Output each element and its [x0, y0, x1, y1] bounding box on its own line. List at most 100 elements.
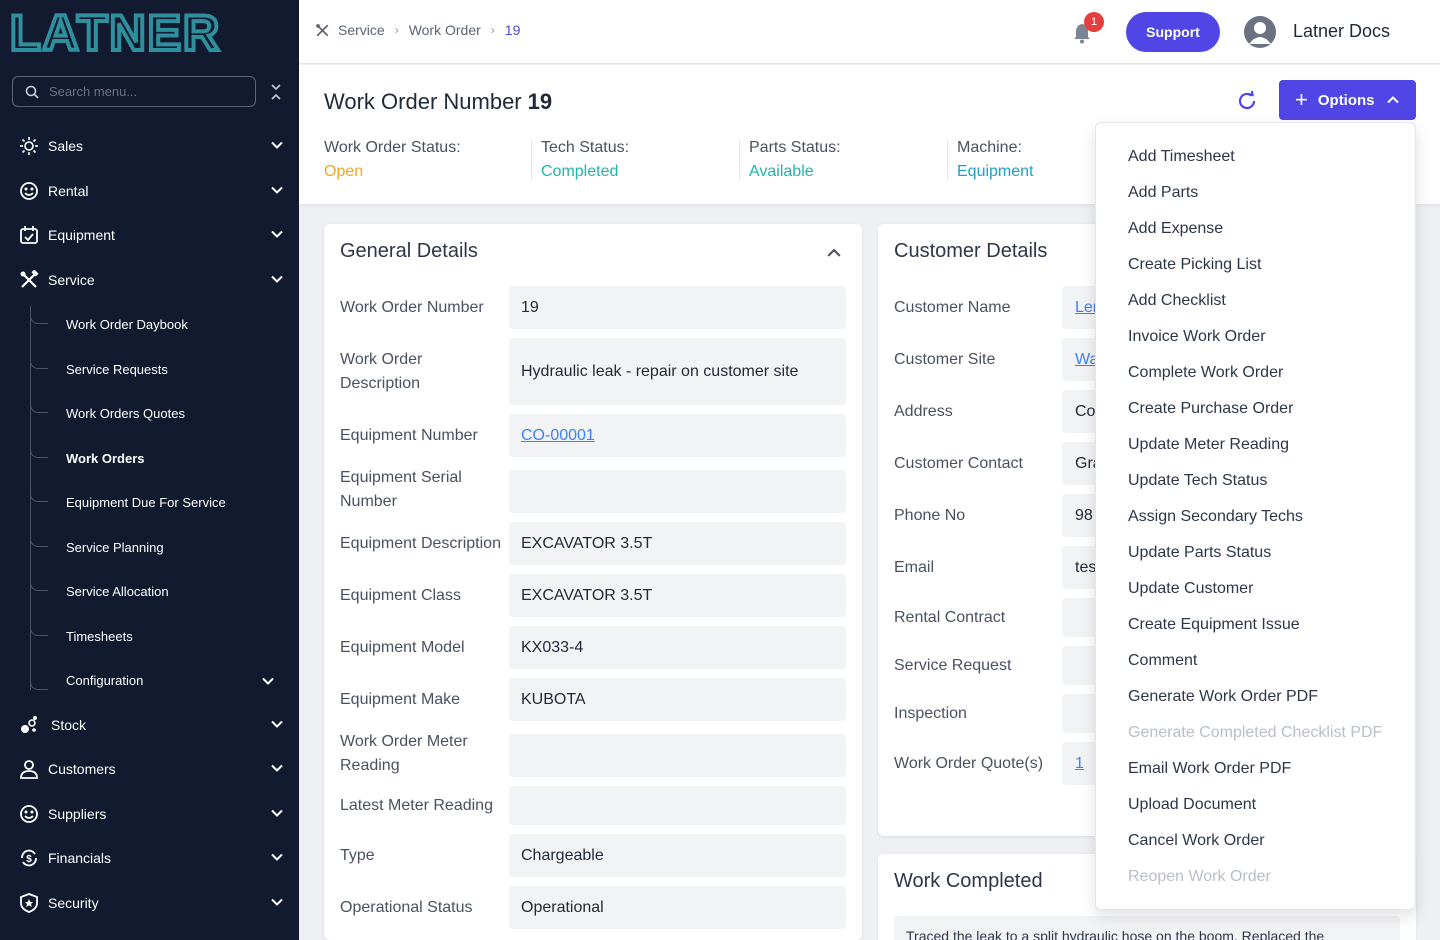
sidebar-item-label: Service	[48, 272, 95, 288]
status-value[interactable]: Equipment	[957, 163, 1034, 181]
status-value: Completed	[541, 163, 619, 180]
breadcrumb: Service › Work Order › 19	[315, 22, 520, 38]
suppliers-icon	[18, 803, 40, 825]
menu-item-create-purchase-order[interactable]: Create Purchase Order	[1128, 397, 1293, 421]
card-title: General Details	[340, 240, 478, 262]
search-icon	[25, 85, 39, 99]
breadcrumb-service[interactable]: Service	[338, 22, 385, 38]
menu-item-update-meter-reading[interactable]: Update Meter Reading	[1128, 433, 1289, 457]
field-value: EXCAVATOR 3.5T	[509, 574, 846, 617]
menu-item-add-timesheet[interactable]: Add Timesheet	[1128, 145, 1235, 169]
top-header: Service › Work Order › 19 1 Support Latn…	[299, 0, 1440, 64]
divider	[531, 140, 532, 180]
user-icon	[1249, 22, 1271, 44]
sidebar-subitem-equipment-due-for-service[interactable]: Equipment Due For Service	[66, 492, 226, 512]
sidebar-subitem-configuration[interactable]: Configuration	[66, 670, 143, 690]
tree-branch	[30, 622, 48, 636]
refresh-icon[interactable]	[1236, 90, 1258, 112]
work-order-status: Work Order Status: Open	[324, 139, 461, 181]
menu-item-update-tech-status[interactable]: Update Tech Status	[1128, 469, 1267, 493]
shield-icon	[18, 892, 40, 914]
menu-item-add-checklist[interactable]: Add Checklist	[1128, 289, 1226, 313]
plus-icon: +	[1295, 87, 1308, 112]
card-title: Customer Details	[894, 240, 1048, 262]
card-title: Work Completed	[894, 870, 1043, 892]
financials-icon: $	[18, 847, 40, 869]
menu-item-comment[interactable]: Comment	[1128, 649, 1197, 673]
sidebar-item-label: Customers	[48, 761, 116, 777]
menu-item-generate-completed-checklist-pdf: Generate Completed Checklist PDF	[1128, 724, 1383, 741]
field-value: Hydraulic leak - repair on customer site	[509, 338, 846, 405]
sidebar-subitem-service-planning[interactable]: Service Planning	[66, 537, 164, 557]
breadcrumb-work-order[interactable]: Work Order	[409, 22, 481, 38]
sidebar-subitem-service-requests[interactable]: Service Requests	[66, 359, 168, 379]
options-label: Options	[1317, 91, 1375, 109]
sidebar-item-customers[interactable]: Customers	[0, 749, 299, 789]
sidebar-item-stock[interactable]: Stock	[0, 705, 299, 745]
general-details-card: General Details Work Order Number 19 Wor…	[324, 224, 862, 940]
work-order-number: 19	[527, 89, 553, 114]
customers-icon	[18, 758, 40, 780]
support-button[interactable]: Support	[1126, 12, 1220, 52]
field-label: Inspection	[894, 705, 967, 722]
sidebar-item-suppliers[interactable]: Suppliers	[0, 794, 299, 834]
options-dropdown-menu: Add Timesheet Add Parts Add Expense Crea…	[1095, 122, 1416, 910]
options-button[interactable]: + Options	[1279, 80, 1416, 120]
sidebar-subitem-work-order-daybook[interactable]: Work Order Daybook	[66, 314, 188, 334]
chevron-down-icon	[271, 230, 283, 238]
sidebar-item-service[interactable]: Service	[0, 260, 299, 300]
field-label: Equipment Make	[340, 691, 461, 708]
sidebar-item-label: Equipment	[48, 227, 115, 243]
sidebar-item-security[interactable]: Security	[0, 883, 299, 923]
sidebar-subitem-timesheets[interactable]: Timesheets	[66, 626, 133, 646]
sidebar-search[interactable]	[12, 76, 256, 107]
menu-item-complete-work-order[interactable]: Complete Work Order	[1128, 361, 1283, 385]
sidebar-subitem-work-orders[interactable]: Work Orders	[66, 448, 145, 468]
menu-item-update-customer[interactable]: Update Customer	[1128, 577, 1253, 601]
field-value	[509, 470, 846, 513]
menu-item-invoice-work-order[interactable]: Invoice Work Order	[1128, 325, 1266, 349]
menu-item-add-parts[interactable]: Add Parts	[1128, 181, 1198, 205]
menu-item-update-parts-status[interactable]: Update Parts Status	[1128, 541, 1271, 565]
search-input[interactable]	[49, 84, 239, 99]
collapse-sidebar-button[interactable]	[266, 80, 286, 104]
divider	[739, 140, 740, 180]
menu-item-cancel-work-order[interactable]: Cancel Work Order	[1128, 829, 1265, 853]
chevron-down-icon	[271, 720, 283, 728]
sidebar-item-financials[interactable]: $ Financials	[0, 838, 299, 878]
latner-logo[interactable]: LATNER	[10, 10, 280, 54]
user-name[interactable]: Latner Docs	[1293, 21, 1390, 42]
status-label: Parts Status:	[749, 139, 841, 156]
chevron-right-icon: ›	[394, 23, 399, 37]
menu-item-assign-secondary-techs[interactable]: Assign Secondary Techs	[1128, 505, 1303, 529]
sidebar-item-rental[interactable]: Rental	[0, 171, 299, 211]
sidebar-item-sales[interactable]: Sales	[0, 126, 299, 166]
sidebar-item-label: Stock	[51, 717, 87, 733]
work-completed-text[interactable]: Traced the leak to a split hydraulic hos…	[894, 916, 1400, 940]
svg-text:$: $	[26, 854, 32, 865]
sidebar-item-equipment[interactable]: Equipment	[0, 215, 299, 255]
sidebar-subitem-work-orders-quotes[interactable]: Work Orders Quotes	[66, 403, 185, 423]
field-value: Operational	[509, 886, 846, 929]
sidebar-item-label: Suppliers	[48, 806, 107, 822]
menu-item-email-work-order-pdf[interactable]: Email Work Order PDF	[1128, 757, 1291, 781]
equipment-number-link[interactable]: CO-00001	[521, 424, 595, 448]
chevron-down-icon	[271, 764, 283, 772]
field-label: Phone No	[894, 507, 966, 524]
service-icon	[316, 23, 329, 36]
sidebar-item-label: Security	[48, 895, 99, 911]
menu-item-create-picking-list[interactable]: Create Picking List	[1128, 253, 1261, 277]
menu-item-create-equipment-issue[interactable]: Create Equipment Issue	[1128, 613, 1300, 637]
avatar[interactable]	[1244, 16, 1276, 48]
chevron-down-icon	[271, 141, 283, 149]
status-value: Open	[324, 163, 364, 180]
menu-item-generate-work-order-pdf[interactable]: Generate Work Order PDF	[1128, 685, 1318, 709]
field-value	[509, 734, 846, 777]
field-value: KX033-4	[509, 626, 846, 669]
sidebar-subitem-service-allocation[interactable]: Service Allocation	[66, 581, 169, 601]
sidebar: LATNER Sales Rental Equipment Service Wo…	[0, 0, 299, 940]
chevron-up-icon[interactable]	[827, 246, 841, 260]
menu-item-add-expense[interactable]: Add Expense	[1128, 217, 1223, 241]
menu-item-upload-document[interactable]: Upload Document	[1128, 793, 1256, 817]
chevron-up-icon	[1386, 96, 1399, 104]
